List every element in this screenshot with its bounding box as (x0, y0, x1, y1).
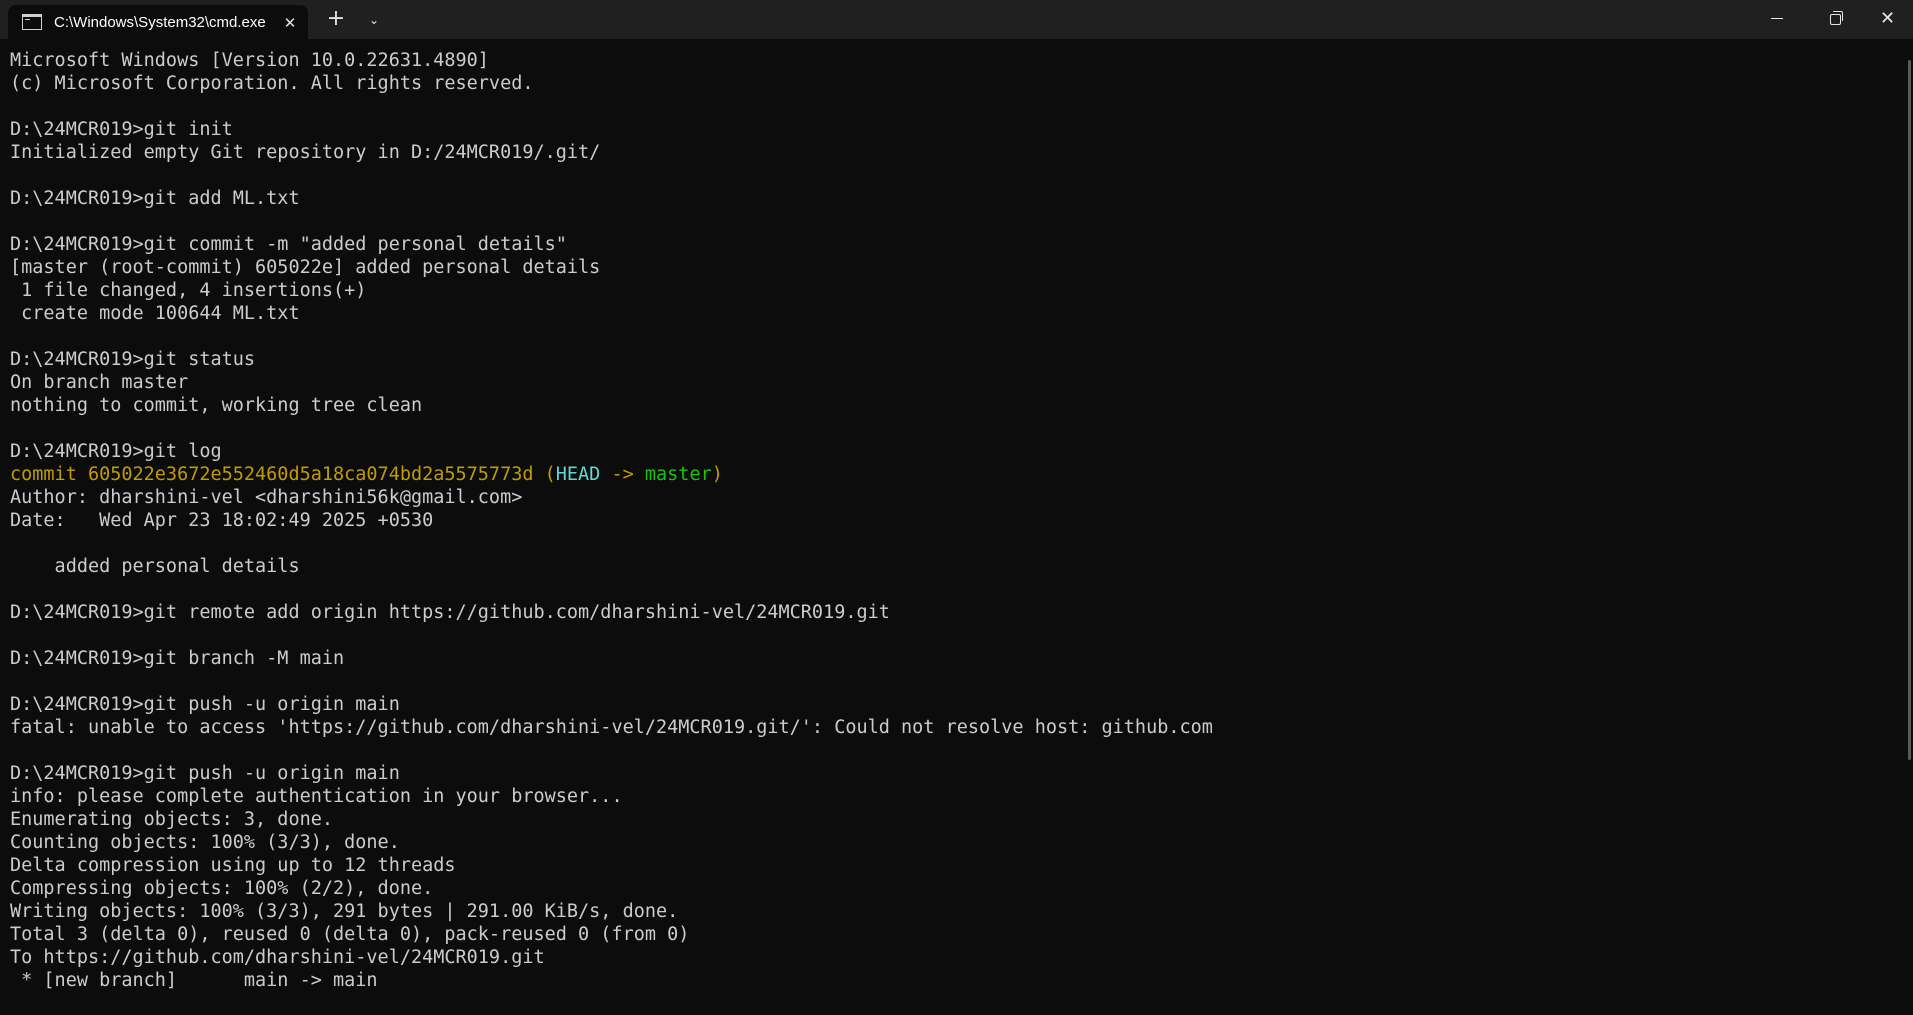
ref-arrow: -> (600, 464, 645, 485)
console-line: D:\24MCR019>git status (10, 349, 256, 370)
head-ref: HEAD (555, 464, 601, 485)
console-line: Counting objects: 100% (3/3), done. (10, 832, 400, 853)
tab-title: C:\Windows\System32\cmd.exe (54, 14, 266, 31)
console-line: nothing to commit, working tree clean (10, 395, 423, 416)
terminal-window: C:\Windows\System32\cmd.exe ✕ + ⌄ ✕ Micr… (0, 0, 1913, 1015)
console-line: D:\24MCR019>git add ML.txt (10, 188, 300, 209)
tab-close-icon[interactable]: ✕ (280, 13, 300, 33)
console-line: D:\24MCR019>git remote add origin https:… (10, 602, 890, 623)
console-line: Delta compression using up to 12 threads (10, 855, 456, 876)
console-line: Author: dharshini-vel <dharshini56k@gmai… (10, 487, 523, 508)
commit-line: commit 605022e3672e552460d5a18ca074bd2a5… (10, 463, 1890, 486)
console-line: D:\24MCR019>git push -u origin main (10, 763, 400, 784)
console-line: create mode 100644 ML.txt (10, 303, 300, 324)
chevron-down-icon[interactable]: ⌄ (360, 6, 388, 34)
console-line: To https://github.com/dharshini-vel/24MC… (10, 947, 545, 968)
console-line: Date: Wed Apr 23 18:02:49 2025 +0530 (10, 510, 434, 531)
minimize-button[interactable] (1747, 0, 1805, 37)
console-line: (c) Microsoft Corporation. All rights re… (10, 73, 534, 94)
scrollbar[interactable] (1908, 60, 1911, 760)
terminal-icon (22, 14, 42, 30)
console-line: D:\24MCR019>git log (10, 441, 222, 462)
tab-cmd[interactable]: C:\Windows\System32\cmd.exe ✕ (8, 5, 308, 39)
console-line: fatal: unable to access 'https://github.… (10, 717, 1213, 738)
console-line: 1 file changed, 4 insertions(+) (10, 280, 367, 301)
close-button[interactable]: ✕ (1862, 0, 1913, 37)
minimize-icon (1771, 18, 1783, 19)
console-line: Enumerating objects: 3, done. (10, 809, 334, 830)
restore-icon (1830, 11, 1843, 25)
console-line: added personal details (10, 556, 300, 577)
restore-button[interactable] (1805, 0, 1863, 37)
console-line: Microsoft Windows [Version 10.0.22631.48… (10, 50, 489, 71)
title-bar: C:\Windows\System32\cmd.exe ✕ + ⌄ ✕ (0, 0, 1913, 39)
console-line: D:\24MCR019>git commit -m "added persona… (10, 234, 567, 255)
console-line: D:\24MCR019>git branch -M main (10, 648, 345, 669)
ref-close: ) (711, 464, 723, 485)
console-line: Compressing objects: 100% (2/2), done. (10, 878, 434, 899)
console-line: D:\24MCR019>git init (10, 119, 233, 140)
close-icon: ✕ (1879, 8, 1896, 29)
new-tab-button[interactable]: + (322, 6, 350, 34)
console-line: On branch master (10, 372, 189, 393)
console-line: Initialized empty Git repository in D:/2… (10, 142, 601, 163)
console-line: Writing objects: 100% (3/3), 291 bytes |… (10, 901, 679, 922)
console-line: * [new branch] main -> main (10, 970, 378, 991)
console-line: info: please complete authentication in … (10, 786, 623, 807)
console-line: D:\24MCR019>git push -u origin main (10, 694, 400, 715)
branch-ref: master (644, 464, 712, 485)
console-line: Total 3 (delta 0), reused 0 (delta 0), p… (10, 924, 690, 945)
console-output[interactable]: Microsoft Windows [Version 10.0.22631.48… (10, 49, 1890, 1009)
commit-hash: commit 605022e3672e552460d5a18ca074bd2a5… (10, 464, 556, 485)
console-line: [master (root-commit) 605022e] added per… (10, 257, 601, 278)
